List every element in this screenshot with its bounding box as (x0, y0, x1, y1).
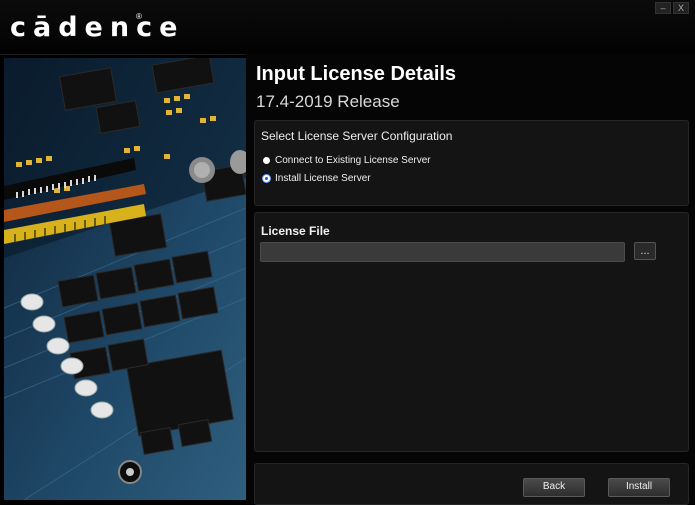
license-file-title: License File (261, 224, 330, 238)
pcb-hero-image (4, 58, 246, 500)
pcb-circuit-board-icon (4, 58, 246, 500)
window-controls: – X (655, 2, 689, 14)
footer-panel: Back Install (254, 463, 689, 505)
license-server-config-panel: Select License Server Configuration Conn… (254, 120, 689, 206)
config-title: Select License Server Configuration (261, 129, 453, 143)
installer-header: cādence ® – X (0, 0, 695, 55)
radio-label: Install License Server (275, 173, 371, 184)
close-button[interactable]: X (673, 2, 689, 14)
minimize-button[interactable]: – (655, 2, 671, 14)
license-file-input[interactable] (260, 242, 625, 262)
license-file-panel: License File ... (254, 212, 689, 452)
radio-install-server[interactable]: Install License Server (263, 173, 371, 184)
install-button[interactable]: Install (608, 478, 670, 497)
radio-connect-existing[interactable]: Connect to Existing License Server (263, 155, 431, 166)
cadence-logo: cādence (10, 12, 185, 43)
radio-unselected-icon[interactable] (263, 157, 270, 164)
browse-button[interactable]: ... (634, 242, 656, 260)
page-title: Input License Details (256, 63, 457, 85)
release-subtitle: 17.4-2019 Release (256, 92, 400, 111)
back-button[interactable]: Back (523, 478, 585, 497)
main-panel: Input License Details 17.4-2019 Release … (246, 54, 695, 505)
radio-selected-icon[interactable] (263, 175, 270, 182)
registered-mark: ® (136, 12, 142, 21)
radio-label: Connect to Existing License Server (275, 155, 431, 166)
